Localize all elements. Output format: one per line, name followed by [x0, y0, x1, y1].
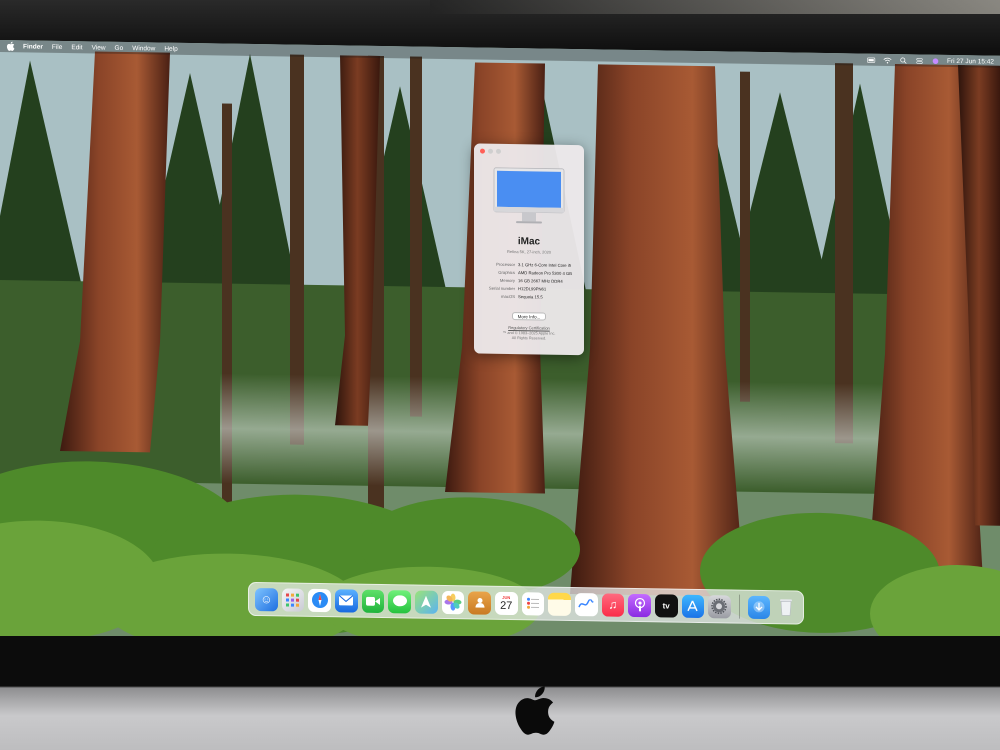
monitor-chin: [0, 636, 1000, 750]
spec-value: 3.1 GHz 6-Core Intel Core i5: [518, 262, 572, 268]
app-store-icon[interactable]: [681, 594, 705, 618]
spec-value: Sequoia 15.5: [518, 294, 543, 300]
apple-tv-label: tv: [662, 600, 670, 611]
spec-list: Processor 3.1 GHz 6-Core Intel Core i5 Gr…: [478, 262, 580, 304]
spec-value: AMD Radeon Pro 5300 4 GB: [518, 270, 573, 276]
system-settings-icon[interactable]: [708, 594, 731, 618]
spec-row-memory: Memory 16 GB 2667 MHz DDR4: [478, 278, 580, 285]
spec-row-graphics: Graphics AMD Radeon Pro 5300 4 GB: [478, 270, 580, 277]
spec-key: Processor: [496, 261, 515, 268]
copyright-text: ™ and © 1983–2025 Apple Inc. All Rights …: [474, 330, 584, 342]
spec-key: macOS: [501, 293, 515, 300]
siri-icon[interactable]: [931, 57, 940, 64]
window-controls: [480, 148, 501, 154]
photos-icon[interactable]: [441, 590, 465, 614]
messages-icon[interactable]: [388, 589, 411, 613]
monitor-top-bezel: [0, 0, 1000, 48]
status-area: Fri 27 Jun 15:42: [867, 56, 994, 65]
safari-icon[interactable]: [308, 588, 331, 612]
freeform-icon[interactable]: [574, 592, 598, 616]
calendar-day: 27: [500, 599, 513, 612]
dock-separator: [738, 594, 740, 619]
menu-view[interactable]: View: [92, 44, 106, 51]
contacts-icon[interactable]: [468, 590, 491, 615]
more-info-button[interactable]: More Info...: [512, 312, 546, 321]
menu-go[interactable]: Go: [115, 44, 124, 51]
reminders-icon[interactable]: [521, 591, 545, 616]
zoom-window-button[interactable]: [496, 148, 501, 154]
finder-icon[interactable]: ☺: [255, 587, 278, 611]
search-icon[interactable]: [899, 57, 908, 64]
notes-icon[interactable]: [548, 592, 571, 616]
mail-icon[interactable]: [334, 588, 358, 613]
menu-finder[interactable]: Finder: [23, 43, 43, 50]
spec-key: Serial number: [488, 285, 515, 292]
apple-logo-icon: [515, 686, 555, 735]
apple-tv-icon[interactable]: tv: [654, 593, 678, 618]
spec-row-serial: Serial number H12DL99PN61: [478, 286, 580, 293]
menu-window[interactable]: Window: [132, 45, 155, 52]
menu-edit[interactable]: Edit: [71, 44, 82, 51]
menu-help[interactable]: Help: [164, 45, 177, 52]
spec-value: 16 GB 2667 MHz DDR4: [518, 278, 563, 284]
apple-menu-icon[interactable]: [6, 41, 15, 51]
spec-key: Memory: [499, 277, 515, 284]
calendar-icon[interactable]: JUN 27: [494, 591, 518, 615]
spec-value: H12DL99PN61: [518, 286, 547, 292]
launchpad-icon[interactable]: [281, 587, 305, 612]
model-name: iMac: [517, 236, 541, 248]
about-this-mac-window: iMac Retina 5K, 27-inch, 2020 Processor 3…: [474, 143, 584, 356]
control-center-icon[interactable]: [915, 57, 924, 64]
rights-line: All Rights Reserved.: [511, 336, 547, 341]
close-window-button[interactable]: [480, 148, 485, 154]
downloads-folder-icon[interactable]: [747, 595, 771, 619]
menu-file[interactable]: File: [52, 43, 62, 50]
minimize-window-button[interactable]: [488, 148, 493, 154]
maps-icon[interactable]: [414, 590, 438, 614]
music-icon[interactable]: ♫: [601, 592, 625, 617]
desktop-screen: Finder File Edit View Go Window Help Fri…: [0, 40, 1000, 652]
spec-row-macos: macOS Sequoia 15.5: [478, 294, 580, 301]
menu-clock[interactable]: Fri 27 Jun 15:42: [947, 57, 994, 65]
battery-icon[interactable]: [867, 56, 876, 63]
facetime-icon[interactable]: [361, 589, 385, 613]
spec-row-processor: Processor 3.1 GHz 6-Core Intel Core i5: [478, 262, 580, 269]
model-subtitle: Retina 5K, 27-inch, 2020: [506, 248, 552, 255]
imac-illustration-icon: [493, 167, 565, 224]
spec-key: Graphics: [498, 269, 515, 276]
wifi-icon[interactable]: [883, 56, 892, 63]
trash-icon[interactable]: [774, 596, 797, 619]
podcasts-icon[interactable]: [628, 593, 651, 617]
